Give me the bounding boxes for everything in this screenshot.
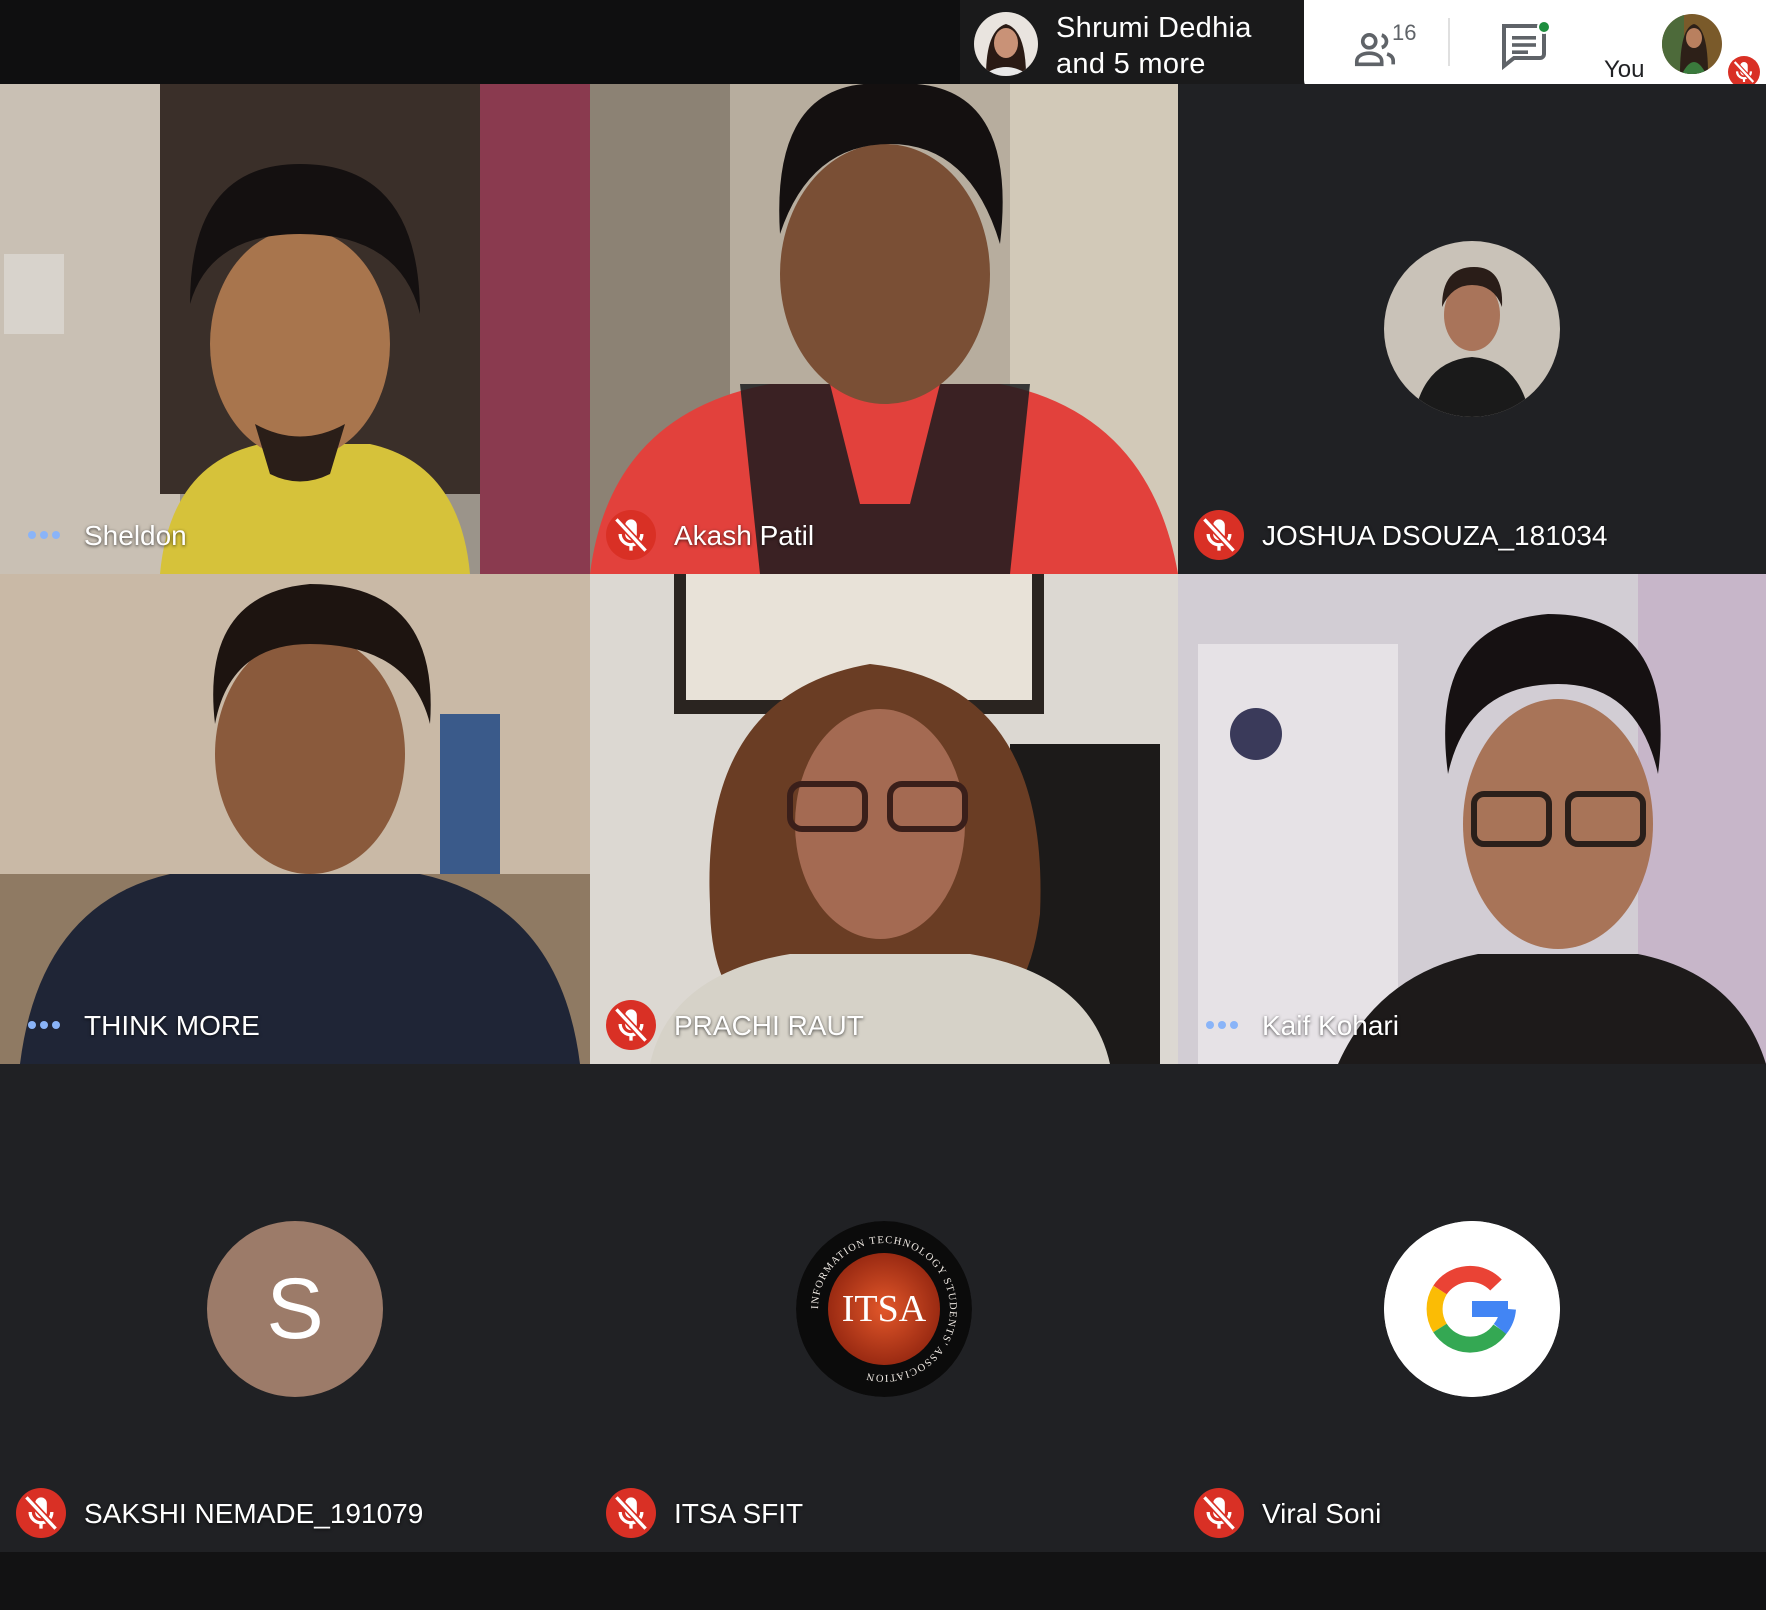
speaking-dots-icon (1206, 1021, 1238, 1029)
presenter-name: Shrumi Dedhia (1056, 12, 1252, 44)
self-avatar (1662, 14, 1722, 74)
people-count: 16 (1392, 20, 1417, 45)
participant-tile-sakshi-nemade[interactable]: S SAKSHI NEMADE_191079 (0, 1064, 590, 1552)
presenter-more: and 5 more (1056, 48, 1206, 80)
speaking-dots-icon (28, 531, 60, 539)
mic-off-icon (16, 1488, 66, 1538)
mic-off-icon (1194, 1488, 1244, 1538)
participant-tile-joshua-dsouza[interactable]: JOSHUA DSOUZA_181034 (1178, 84, 1766, 574)
speaking-dots-icon (28, 1021, 60, 1029)
itsa-logo: INFORMATION TECHNOLOGY STUDENTS' ASSOCIA… (796, 1221, 972, 1397)
video-feed (0, 574, 590, 1064)
mic-off-icon (1194, 510, 1244, 560)
presenter-indicator[interactable]: Shrumi Dedhia and 5 more (960, 0, 1304, 92)
divider (1448, 18, 1450, 66)
mic-off-icon (606, 1488, 656, 1538)
meeting-controls-panel: 16 You (1304, 0, 1766, 92)
participant-tile-sheldon[interactable]: Sheldon (0, 84, 590, 574)
logo-text: ITSA (842, 1288, 927, 1330)
participant-avatar (1384, 241, 1560, 417)
participant-tile-itsa-sfit[interactable]: INFORMATION TECHNOLOGY STUDENTS' ASSOCIA… (590, 1064, 1178, 1552)
mic-off-icon (606, 1000, 656, 1050)
participant-name: JOSHUA DSOUZA_181034 (1262, 520, 1608, 551)
video-feed (590, 574, 1178, 1064)
participant-name: Sheldon (84, 520, 187, 551)
mic-off-icon (606, 510, 656, 560)
participant-name: Kaif Kohari (1262, 1010, 1399, 1041)
participant-tile-prachi-raut[interactable]: PRACHI RAUT (590, 574, 1178, 1064)
video-feed (0, 84, 590, 574)
self-view[interactable]: You (1594, 0, 1766, 92)
participant-tile-viral-soni[interactable]: Viral Soni (1178, 1064, 1766, 1552)
chat-icon (1502, 20, 1551, 71)
participant-tile-akash-patil[interactable]: Akash Patil (590, 84, 1178, 574)
self-label: You (1604, 56, 1645, 83)
participant-name: Akash Patil (674, 520, 815, 551)
participant-name: Viral Soni (1262, 1498, 1382, 1529)
participant-tile-think-more[interactable]: THINK MORE (0, 574, 590, 1064)
participant-avatar: S (207, 1221, 383, 1397)
video-feed (1178, 574, 1766, 1064)
chat-button[interactable] (1498, 18, 1554, 74)
google-logo-icon (1384, 1221, 1560, 1397)
bottom-bar (0, 1552, 1766, 1610)
participant-name: THINK MORE (84, 1010, 260, 1041)
video-feed (590, 84, 1178, 574)
participant-name: SAKSHI NEMADE_191079 (84, 1498, 424, 1529)
participant-name: PRACHI RAUT (674, 1010, 864, 1041)
participant-tile-kaif-kohari[interactable]: Kaif Kohari (1178, 574, 1766, 1064)
people-button[interactable]: 16 (1352, 18, 1432, 72)
participant-name: ITSA SFIT (674, 1498, 804, 1529)
presenter-avatar (974, 12, 1038, 76)
